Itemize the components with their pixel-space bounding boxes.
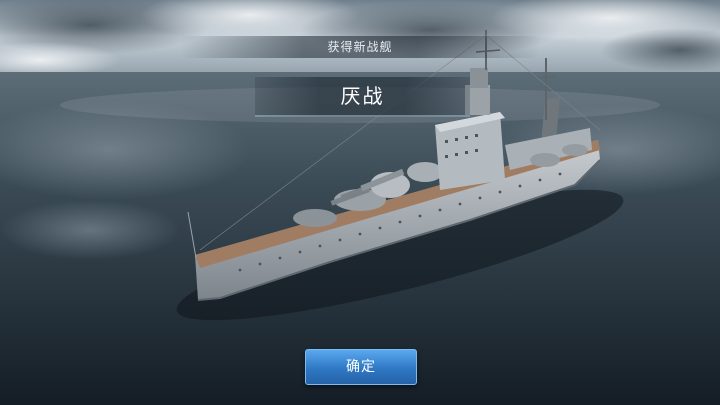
battleship-scene — [0, 0, 720, 405]
confirm-button[interactable]: 确定 — [305, 349, 417, 385]
new-ship-label: 获得新战舰 — [327, 40, 393, 54]
ship-name-banner: 厌战 — [255, 77, 470, 117]
ship-name: 厌战 — [340, 84, 385, 108]
reward-screen: 获得新战舰 厌战 确定 — [0, 0, 720, 405]
new-ship-banner: 获得新战舰 — [0, 36, 720, 58]
